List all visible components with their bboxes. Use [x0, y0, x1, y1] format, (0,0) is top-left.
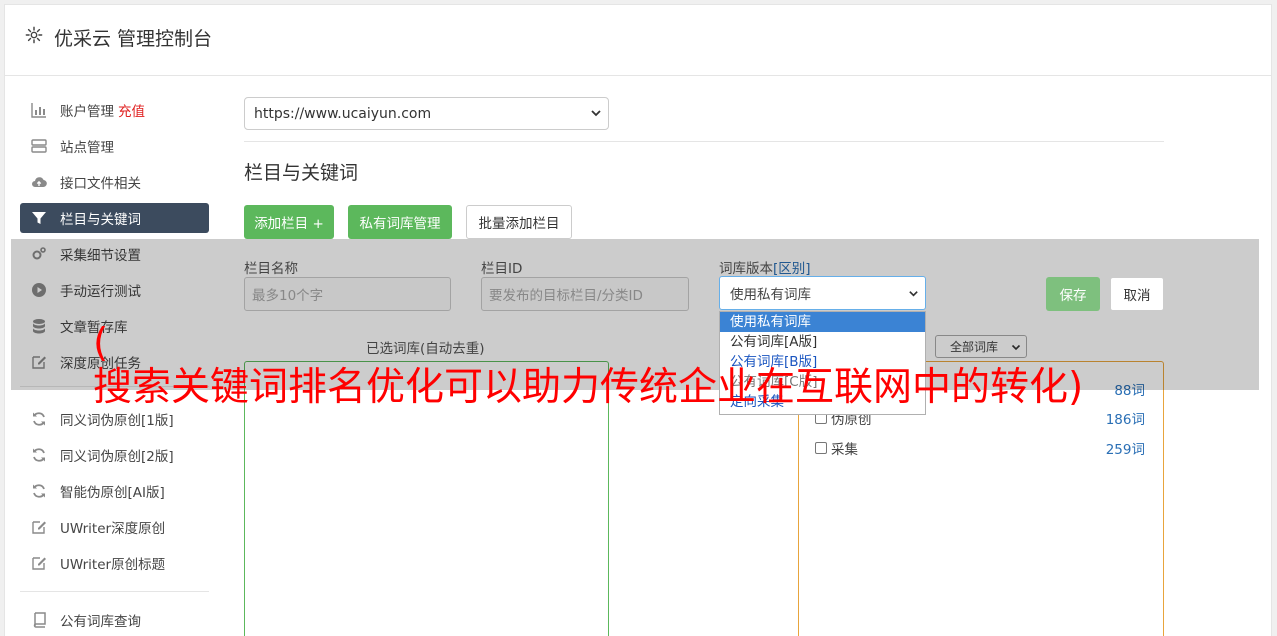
refresh-icon	[31, 483, 47, 499]
batch-add-column-button[interactable]: 批量添加栏目	[466, 205, 572, 239]
banner-text: 搜索关键词排名优化可以助力传统企业在互联网中的转化)	[93, 365, 1084, 410]
sidebar-item-label: 栏目与关键词	[60, 212, 141, 228]
site-select-value: https://www.ucaiyun.com	[254, 105, 432, 122]
library-name: 采集	[831, 442, 858, 458]
chevron-down-icon	[591, 110, 601, 117]
page-title: 栏目与关键词	[244, 162, 359, 184]
library-count: 186词	[1105, 412, 1145, 428]
sidebar-item-label: 账户管理	[60, 104, 114, 120]
sidebar-item-label: 接口文件相关	[60, 176, 141, 192]
sidebar-divider	[20, 591, 209, 592]
add-column-button[interactable]: 添加栏目 +	[244, 205, 334, 239]
banner-headline: ( 搜索关键词排名优化可以助力传统企业在互联网中的转化)	[93, 318, 1083, 414]
sidebar-item-ai-original[interactable]: 智能伪原创[AI版]	[20, 476, 209, 506]
sidebar-item-synonym-v2[interactable]: 同义词伪原创[2版]	[20, 440, 209, 470]
site-select[interactable]: https://www.ucaiyun.com	[244, 97, 609, 130]
sidebar-item-interface[interactable]: 接口文件相关	[20, 167, 209, 197]
sidebar-item-account[interactable]: 账户管理 充值	[20, 95, 209, 125]
banner-paren: (	[93, 321, 109, 366]
sidebar-item-sites[interactable]: 站点管理	[20, 131, 209, 161]
sidebar-item-label: 公有词库查询	[60, 614, 141, 630]
sidebar-item-label: UWriter深度原创	[60, 521, 166, 537]
library-item[interactable]: 采集 259词	[815, 438, 1145, 458]
refresh-icon	[31, 411, 47, 427]
cloud-upload-icon	[31, 174, 47, 190]
bar-chart-icon	[31, 102, 47, 118]
edit-icon	[31, 555, 47, 571]
private-library-button[interactable]: 私有词库管理	[348, 205, 452, 239]
divider	[244, 141, 1164, 142]
save-button[interactable]: 保存	[1046, 277, 1100, 311]
sidebar-item-label: 智能伪原创[AI版]	[60, 485, 165, 501]
sidebar-item-label: UWriter原创标题	[60, 557, 166, 573]
edit-icon	[31, 519, 47, 535]
sidebar-item-uwriter-deep[interactable]: UWriter深度原创	[20, 512, 209, 542]
library-version-select[interactable]: 使用私有词库	[719, 276, 926, 310]
sidebar-item-uwriter-title[interactable]: UWriter原创标题	[20, 548, 209, 578]
filter-icon	[31, 210, 47, 226]
sidebar-item-label: 站点管理	[60, 140, 114, 156]
library-count: 259词	[1105, 442, 1145, 458]
library-checkbox[interactable]	[815, 442, 827, 454]
refresh-icon	[31, 447, 47, 463]
library-version-value: 使用私有词库	[730, 287, 811, 303]
server-icon	[31, 138, 47, 154]
chevron-down-icon	[909, 291, 918, 297]
recharge-link[interactable]: 充值	[118, 100, 145, 120]
app-title: 优采云 管理控制台	[54, 28, 213, 50]
sidebar-item-columns[interactable]: 栏目与关键词	[20, 203, 209, 233]
cancel-button[interactable]: 取消	[1110, 277, 1164, 311]
sidebar-item-public-library[interactable]: 公有词库查询	[20, 605, 209, 635]
gear-icon	[25, 26, 43, 44]
book-icon	[31, 612, 47, 628]
app-header: 优采云 管理控制台	[5, 5, 1271, 76]
sidebar-item-label: 同义词伪原创[2版]	[60, 449, 174, 465]
